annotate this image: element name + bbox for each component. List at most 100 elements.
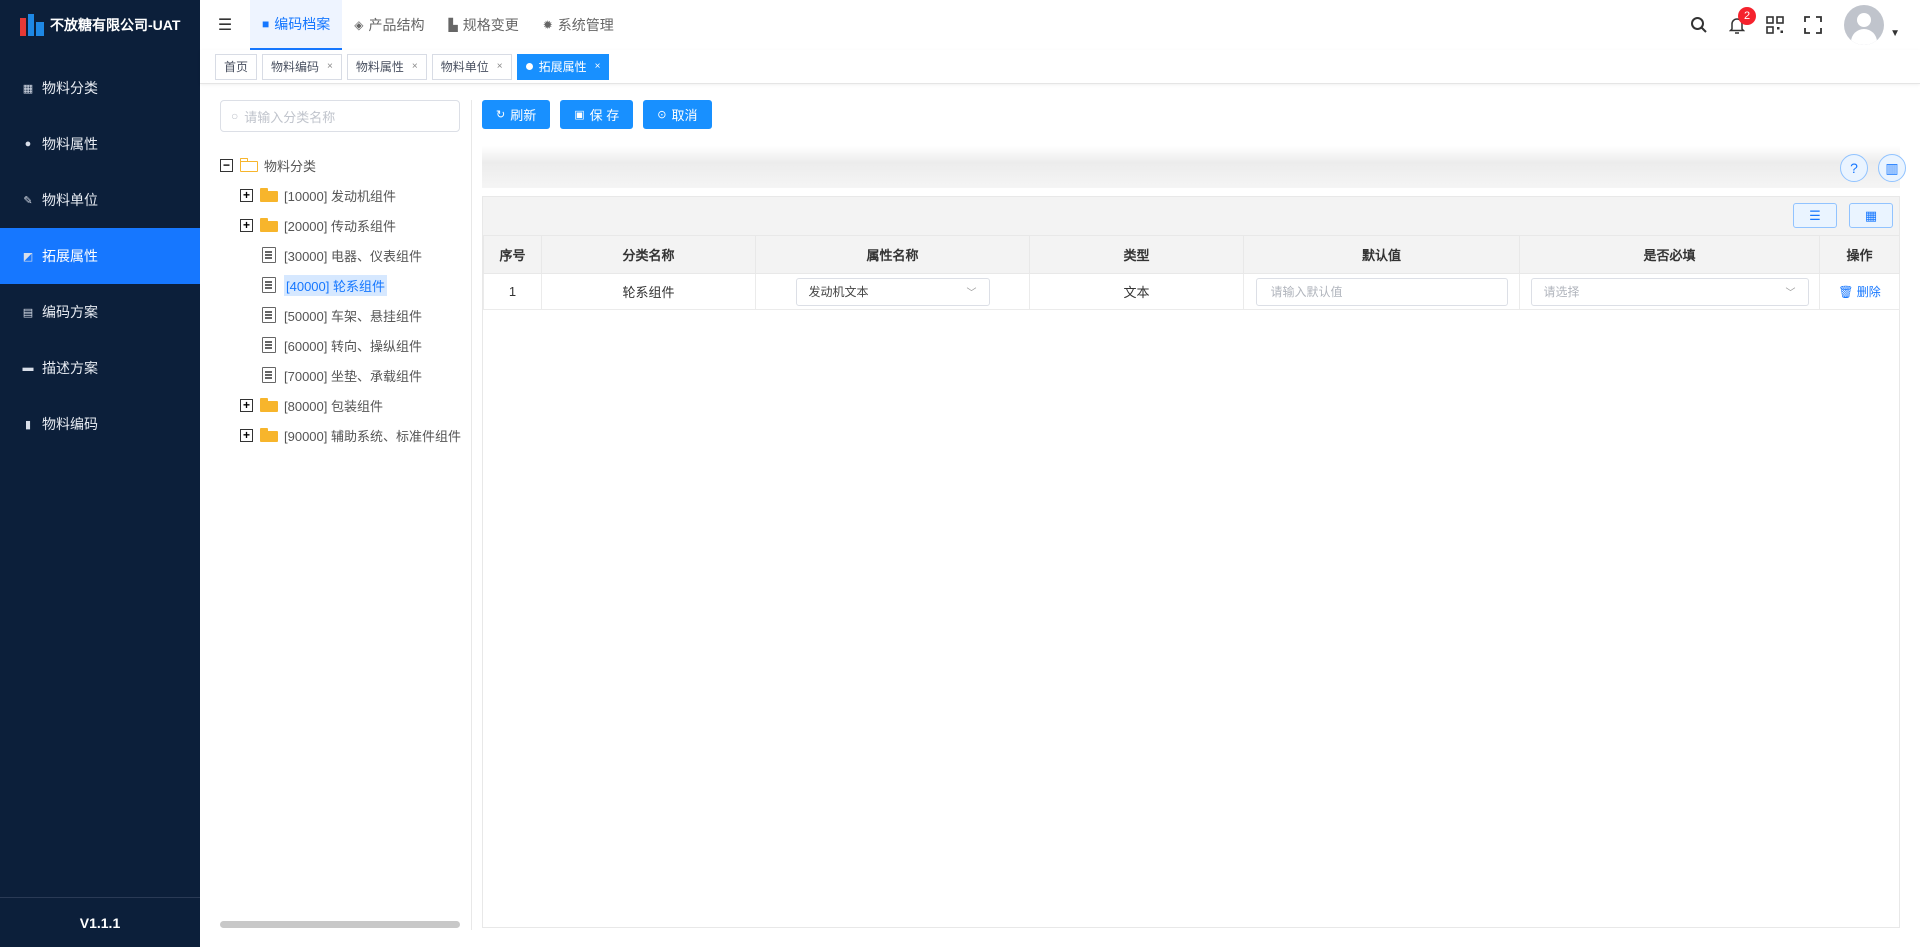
- button-label: 取消: [671, 108, 698, 123]
- monitor-icon: ▬: [22, 362, 34, 374]
- sidebar: 不放糖有限公司-UAT ▦ 物料分类 ● 物料属性 ✎ 物料单位 ◩ 拓展属性 …: [0, 0, 200, 947]
- tab-product-structure[interactable]: ◈ 产品结构: [342, 0, 436, 50]
- tag-home[interactable]: 首页: [215, 53, 258, 80]
- app-logo[interactable]: 不放糖有限公司-UAT: [0, 0, 200, 50]
- table-row: 1 轮系组件 发动机文本 ﹀ 文本 请输入默认值 请选择 ﹀ 🗑︎ 删除: [483, 273, 1900, 310]
- tag-extended-attribute[interactable]: 拓展属性 ×: [516, 53, 610, 80]
- attribute-name-select[interactable]: 发动机文本 ﹀: [795, 277, 990, 306]
- layers-icon: ◈: [354, 18, 364, 32]
- save-button[interactable]: ▣ 保 存: [560, 100, 634, 129]
- tab-coding-archive[interactable]: ■ 编码档案: [250, 0, 343, 50]
- search-button[interactable]: [1680, 0, 1718, 50]
- required-select[interactable]: 请选择 ﹀: [1530, 277, 1809, 306]
- close-icon[interactable]: ×: [595, 61, 601, 72]
- close-icon[interactable]: ×: [327, 61, 333, 72]
- tag-label: 首页: [224, 60, 249, 74]
- tree-node[interactable]: [50000] 车架、悬挂组件: [220, 300, 471, 330]
- collapse-icon[interactable]: −: [220, 158, 233, 172]
- extend-icon: ◩: [22, 250, 34, 263]
- expand-icon[interactable]: +: [240, 428, 253, 442]
- default-value-input[interactable]: 请输入默认值: [1255, 277, 1508, 306]
- category-tree-panel: ○ 请输入分类名称 − 物料分类 + [10000] 发动机组件 + [2000…: [220, 100, 472, 930]
- sidebar-item-label: 物料编码: [42, 416, 98, 432]
- close-icon[interactable]: ×: [412, 61, 418, 72]
- horizontal-scrollbar[interactable]: [220, 921, 460, 928]
- indent-icon: ☰: [1809, 207, 1821, 223]
- sidebar-item-material-attribute[interactable]: ● 物料属性: [0, 116, 200, 172]
- delete-label: 删除: [1856, 285, 1881, 299]
- user-avatar[interactable]: [1844, 5, 1885, 45]
- indent-view-button[interactable]: ☰: [1793, 203, 1837, 228]
- tree-node[interactable]: [70000] 坐垫、承载组件: [220, 360, 471, 390]
- filter-band: ? ▥: [482, 146, 1906, 188]
- save-icon: ▣: [574, 109, 585, 121]
- tab-spec-change[interactable]: ▙ 规格变更: [436, 0, 530, 50]
- tree-node[interactable]: + [90000] 辅助系统、标准件组件: [220, 420, 471, 450]
- collapse-sidebar-button[interactable]: ☰: [200, 0, 250, 50]
- column-setting-button[interactable]: ▥: [1878, 154, 1906, 182]
- column-header: 是否必填: [1519, 235, 1820, 274]
- tab-label: 编码档案: [274, 16, 331, 32]
- sidebar-item-extended-attribute[interactable]: ◩ 拓展属性: [0, 228, 200, 284]
- tree-node[interactable]: + [10000] 发动机组件: [220, 180, 471, 210]
- tag-label: 物料属性: [355, 60, 404, 74]
- folder-icon: [260, 428, 278, 442]
- sidebar-menu: ▦ 物料分类 ● 物料属性 ✎ 物料单位 ◩ 拓展属性 ▤ 编码方案 ▬ 描述方…: [0, 60, 200, 452]
- trash-icon: 🗑︎: [1838, 285, 1854, 299]
- refresh-button[interactable]: ↻ 刷新: [482, 100, 551, 129]
- tree-node-label: [20000] 传动系组件: [284, 218, 396, 234]
- grid-icon: ▦: [22, 82, 34, 95]
- caret-down-icon[interactable]: ▼: [1890, 28, 1900, 39]
- tree-node-label: [70000] 坐垫、承载组件: [284, 368, 422, 384]
- category-search-input[interactable]: ○ 请输入分类名称: [220, 100, 460, 132]
- tree-node-label: [40000] 轮系组件: [284, 274, 387, 296]
- version-label: V1.1.1: [0, 897, 200, 947]
- tree-node[interactable]: + [80000] 包装组件: [220, 390, 471, 420]
- sidebar-item-material-category[interactable]: ▦ 物料分类: [0, 60, 200, 116]
- document-icon: [262, 337, 276, 353]
- notification-button[interactable]: 2: [1718, 0, 1757, 50]
- tag-material-attribute[interactable]: 物料属性 ×: [346, 53, 427, 80]
- delete-button[interactable]: 🗑︎ 删除: [1838, 285, 1881, 299]
- sidebar-item-label: 编码方案: [42, 304, 98, 320]
- qrcode-button[interactable]: [1756, 0, 1794, 50]
- tab-system-management[interactable]: ✹ 系统管理: [531, 0, 626, 50]
- expand-icon[interactable]: +: [240, 188, 253, 202]
- tag-label: 拓展属性: [538, 60, 587, 74]
- sidebar-item-material-unit[interactable]: ✎ 物料单位: [0, 172, 200, 228]
- close-icon[interactable]: ×: [497, 61, 503, 72]
- document-icon: [262, 367, 276, 383]
- column-header: 分类名称: [541, 235, 756, 274]
- tree-node-label: [30000] 电器、仪表组件: [284, 248, 422, 264]
- main-content: ↻ 刷新 ▣ 保 存 ⊙ 取消 ? ▥ ☰ ▦ 序号 分类名称 属性名称 类型 …: [482, 100, 1906, 930]
- help-button[interactable]: ?: [1840, 154, 1868, 182]
- tree-node-label: [80000] 包装组件: [284, 398, 383, 414]
- logo-icon: [20, 14, 44, 36]
- document-icon: ▮: [24, 418, 32, 431]
- tag-material-code[interactable]: 物料编码 ×: [262, 53, 342, 80]
- grid-view-button[interactable]: ▦: [1849, 203, 1893, 228]
- select-value: 发动机文本: [808, 285, 869, 299]
- document-icon: [262, 247, 276, 263]
- menu-fold-icon: ☰: [217, 17, 233, 34]
- expand-icon[interactable]: +: [240, 398, 253, 412]
- tree-node-root[interactable]: − 物料分类: [220, 150, 471, 180]
- tag-material-unit[interactable]: 物料单位 ×: [431, 53, 512, 80]
- tag-label: 物料编码: [271, 60, 320, 74]
- sidebar-item-coding-scheme[interactable]: ▤ 编码方案: [0, 284, 200, 340]
- column-header: 操作: [1819, 235, 1900, 274]
- tree-node[interactable]: + [20000] 传动系组件: [220, 210, 471, 240]
- select-placeholder: 请选择: [1543, 285, 1580, 299]
- tree-node-selected[interactable]: [40000] 轮系组件: [220, 270, 471, 300]
- sidebar-item-label: 物料分类: [42, 80, 98, 96]
- cancel-button[interactable]: ⊙ 取消: [643, 100, 712, 129]
- fullscreen-button[interactable]: [1794, 0, 1832, 50]
- sidebar-item-material-code[interactable]: ▮ 物料编码: [0, 396, 200, 452]
- required-cell: 请选择 ﹀: [1519, 273, 1820, 310]
- tree-node[interactable]: [30000] 电器、仪表组件: [220, 240, 471, 270]
- tree-node[interactable]: [60000] 转向、操纵组件: [220, 330, 471, 360]
- expand-icon[interactable]: +: [240, 218, 253, 232]
- sidebar-item-description-scheme[interactable]: ▬ 描述方案: [0, 340, 200, 396]
- tab-label: 规格变更: [462, 17, 519, 33]
- category-name-cell: 轮系组件: [541, 273, 756, 310]
